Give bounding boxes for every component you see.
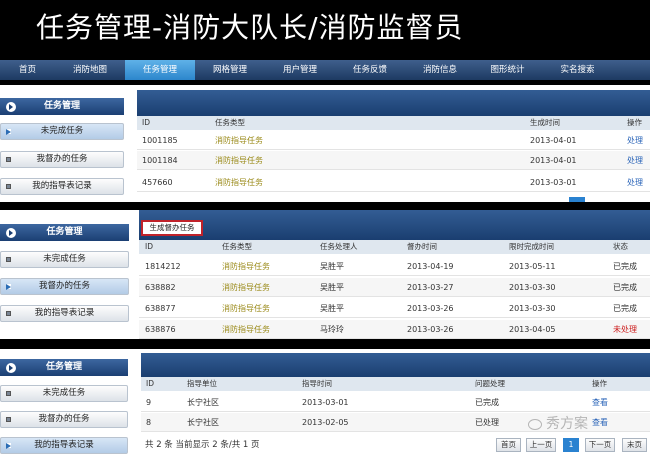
table-header-bar: [137, 90, 650, 116]
sidebar-item-supervised[interactable]: 我督办的任务: [0, 411, 128, 428]
table-row: 638882 消防指导任务 吴胜平 2013-03-27 2013-03-30 …: [139, 278, 650, 297]
pagination-summary: 共 2 条 当前显示 2 条/共 1 页: [145, 440, 260, 450]
nav-item-home[interactable]: 首页: [0, 60, 55, 80]
sidebar-item-guidance[interactable]: 我的指导表记录: [0, 178, 124, 195]
create-supervise-task-button[interactable]: 生成督办任务: [141, 220, 203, 236]
nav-item-search[interactable]: 实名搜索: [545, 60, 610, 80]
top-nav: 首页 消防地图 任务管理 网格管理 用户管理 任务反馈 消防信息 图形统计 实名…: [0, 60, 650, 80]
title-main: 任务管理: [36, 11, 153, 44]
table-columns: ID 任务类型 任务处理人 督办时间 限时完成时间 状态: [139, 240, 650, 254]
table-row: 638876 消防指导任务 马玲玲 2013-03-26 2013-04-05 …: [139, 320, 650, 339]
status-unprocessed: 未处理: [613, 325, 637, 334]
table-header-bar: [141, 353, 650, 377]
sidebar-header: 任务管理: [0, 98, 124, 115]
nav-item-users[interactable]: 用户管理: [265, 60, 335, 80]
view-link[interactable]: 查看: [592, 393, 608, 412]
divider: [0, 339, 650, 349]
panel-supervised-tasks: 任务管理 未完成任务 我督办的任务 我的指导表记录 生成督办任务 ID 任务类型…: [0, 210, 650, 339]
nav-item-map[interactable]: 消防地图: [55, 60, 125, 80]
panel-unfinished-tasks: 任务管理 未完成任务 我督办的任务 我的指导表记录 ID 任务类型 生成时间 操…: [0, 85, 650, 202]
view-link[interactable]: 查看: [592, 413, 608, 432]
table-header-bar: [139, 210, 650, 240]
sidebar-item-unfinished[interactable]: 未完成任务: [0, 123, 124, 140]
divider: [0, 202, 650, 210]
nav-item-tasks[interactable]: 任务管理: [125, 60, 195, 80]
title-banner: 任务管理-消防大队长/消防监督员: [0, 0, 650, 60]
process-link[interactable]: 处理: [627, 151, 643, 170]
page-title: 任务管理-消防大队长/消防监督员: [36, 6, 464, 46]
title-sub: -消防大队长/消防监督员: [152, 11, 464, 44]
table-row: 1814212 消防指导任务 吴胜平 2013-04-19 2013-05-11…: [139, 257, 650, 276]
table-row: 1001184 消防指导任务 2013-04-01 处理: [137, 151, 650, 170]
sidebar-header: 任务管理: [0, 359, 128, 376]
table-row: 9 长宁社区 2013-03-01 已完成 查看: [141, 393, 650, 412]
nav-item-grid[interactable]: 网格管理: [195, 60, 265, 80]
sidebar-item-supervised[interactable]: 我督办的任务: [0, 278, 129, 295]
nav-item-charts[interactable]: 图形统计: [475, 60, 540, 80]
sidebar-item-unfinished[interactable]: 未完成任务: [0, 385, 128, 402]
sidebar-item-supervised[interactable]: 我督办的任务: [0, 151, 124, 168]
prev-page-button[interactable]: 上一页: [526, 438, 556, 452]
chat-bubble-icon: [528, 418, 542, 430]
nav-item-info[interactable]: 消防信息: [405, 60, 475, 80]
next-page-button[interactable]: 下一页: [585, 438, 615, 452]
table-row: 638877 消防指导任务 吴胜平 2013-03-26 2013-03-30 …: [139, 299, 650, 318]
table-columns: ID 指导单位 指导时间 问题处理 操作: [141, 377, 650, 391]
process-link[interactable]: 处理: [627, 131, 643, 150]
table-columns: ID 任务类型 生成时间 操作: [137, 116, 650, 130]
sidebar-header: 任务管理: [0, 224, 129, 241]
sidebar-item-unfinished[interactable]: 未完成任务: [0, 251, 129, 268]
sidebar-item-guidance[interactable]: 我的指导表记录: [0, 437, 128, 454]
process-link[interactable]: 处理: [627, 173, 643, 192]
table-row: 1001185 消防指导任务 2013-04-01 处理: [137, 131, 650, 150]
first-page-button[interactable]: 首页: [496, 438, 521, 452]
table-row: 457660 消防指导任务 2013-03-01 处理: [137, 173, 650, 192]
last-page-button[interactable]: 末页: [622, 438, 647, 452]
current-page-button[interactable]: 1: [563, 438, 579, 452]
panel-guidance-records: 任务管理 未完成任务 我督办的任务 我的指导表记录 ID 指导单位 指导时间 问…: [0, 349, 650, 462]
nav-item-feedback[interactable]: 任务反馈: [335, 60, 405, 80]
watermark: 秀方案: [528, 413, 588, 433]
sidebar-item-guidance[interactable]: 我的指导表记录: [0, 305, 129, 322]
